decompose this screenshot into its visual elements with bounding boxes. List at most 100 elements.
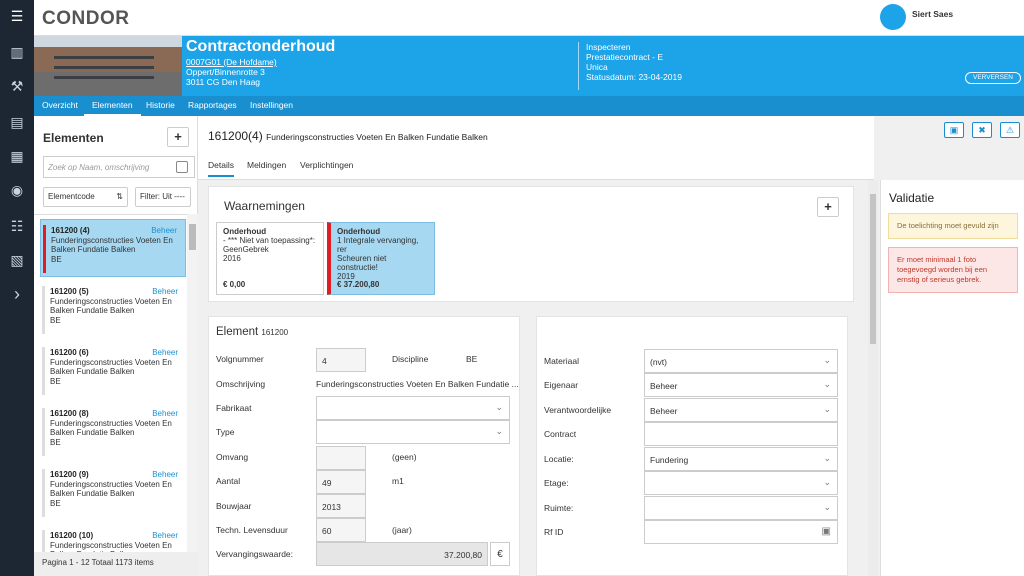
user-avatar[interactable] — [880, 4, 906, 30]
building-icon[interactable]: ▥ — [9, 44, 25, 60]
label-discipline: Discipline — [392, 354, 429, 364]
warning-icon[interactable]: ⚠ — [1000, 122, 1020, 138]
list-item[interactable]: 161200 (10) Beheer Funderingsconstructies … — [40, 525, 186, 552]
item-tag: Beheer — [151, 226, 177, 235]
list-scrollbar[interactable] — [187, 214, 198, 552]
side-rail: ☰ ▥ ⚒ ▤ ▦ ◉ ☷ ▧ › — [0, 0, 34, 576]
checklist-icon[interactable]: ☷ — [9, 218, 25, 234]
item-desc: Funderingsconstructies Voeten En Balken … — [50, 418, 172, 438]
chevron-down-icon: ⌄ — [823, 502, 831, 512]
chevron-down-icon: ⌄ — [823, 355, 831, 365]
scroll-thumb[interactable] — [870, 194, 876, 344]
detail-content: 161200(4) Funderingsconstructies Voeten … — [198, 116, 1020, 576]
currency-button[interactable]: € — [490, 542, 510, 566]
ruimte-select[interactable]: ⌄ — [644, 496, 838, 520]
label-vervangingswaarde: Vervangingswaarde: — [216, 549, 294, 559]
rfid-field[interactable]: ▣ — [644, 520, 838, 544]
report-icon[interactable]: ▧ — [9, 252, 25, 268]
status-bar — [42, 286, 45, 334]
scan-icon[interactable] — [176, 161, 188, 173]
info-line: Prestatiecontract - E — [586, 52, 664, 62]
tab-elementen[interactable]: Elementen — [84, 96, 141, 116]
panel-title: Elementen — [43, 131, 104, 145]
type-select[interactable]: ⌄ — [316, 420, 510, 444]
chevron-right-icon[interactable]: › — [9, 285, 25, 303]
validation-error: Er moet minimaal 1 foto toegevoegd worde… — [888, 247, 1018, 293]
materiaal-select[interactable]: (nvt) ⌄ — [644, 349, 838, 373]
locatie-select[interactable]: Fundering ⌄ — [644, 447, 838, 471]
menu-icon[interactable]: ☰ — [9, 8, 25, 24]
item-desc: Funderingsconstructies Voeten En Balken … — [51, 235, 173, 255]
tab-historie[interactable]: Historie — [138, 96, 183, 116]
chevron-down-icon: ⌄ — [823, 477, 831, 487]
label-omvang: Omvang — [216, 452, 249, 462]
save-icon[interactable]: ▣ — [944, 122, 964, 138]
list-item[interactable]: 161200 (4) Beheer Funderingsconstructies V… — [40, 219, 186, 277]
alarm-icon[interactable]: ◉ — [9, 182, 25, 198]
user-name[interactable]: Siert Saes — [912, 9, 953, 19]
delete-icon[interactable]: ✖ — [972, 122, 992, 138]
validation-panel: Validatie De toelichting moet gevuld zij… — [880, 180, 1024, 576]
sort-button[interactable]: Elementcode ⇅ — [43, 187, 128, 207]
tools-icon[interactable]: ⚒ — [9, 78, 25, 94]
contract-field[interactable] — [644, 422, 838, 446]
add-element-button[interactable]: + — [167, 127, 189, 147]
object-code-link[interactable]: 0007G01 (De Hofdame) — [186, 57, 277, 67]
sort-label: Elementcode — [48, 192, 95, 201]
object-city: 3011 CG Den Haag — [186, 77, 261, 87]
add-observation-button[interactable]: + — [817, 197, 839, 217]
status-bar — [42, 530, 45, 552]
fabrikaat-select[interactable]: ⌄ — [316, 396, 510, 420]
content-scrollbar[interactable] — [868, 180, 878, 576]
tab-meldingen[interactable]: Meldingen — [247, 160, 286, 170]
label-materiaal: Materiaal — [544, 356, 579, 366]
item-desc: Funderingsconstructies Voeten En Balken … — [50, 479, 172, 499]
element-list: 161200 (4) Beheer Funderingsconstructies V… — [34, 214, 187, 552]
scan-icon[interactable]: ▣ — [822, 526, 831, 537]
tab-rapportages[interactable]: Rapportages — [180, 96, 245, 116]
observation-card[interactable]: Onderhoud - *** Niet van toepassing*: Geen… — [216, 222, 324, 295]
tab-details[interactable]: Details — [208, 160, 234, 177]
tab-instellingen[interactable]: Instellingen — [242, 96, 301, 116]
etage-select[interactable]: ⌄ — [644, 471, 838, 495]
label-eigenaar: Eigenaar — [544, 380, 579, 390]
elements-panel: Elementen + Zoek op Naam, omschrijving E… — [34, 116, 198, 576]
sort-icon: ⇅ — [116, 192, 123, 201]
list-item[interactable]: 161200 (6) Beheer Funderingsconstructies V… — [40, 342, 186, 400]
list-item[interactable]: 161200 (9) Beheer Funderingsconstructies V… — [40, 464, 186, 522]
filter-button[interactable]: Filter: Uit ---- — [135, 187, 191, 207]
omvang-field[interactable] — [316, 446, 366, 470]
item-desc: Funderingsconstructies Voeten En Balken … — [50, 540, 172, 553]
verantwoordelijke-select[interactable]: Beheer ⌄ — [644, 398, 838, 422]
search-input[interactable]: Zoek op Naam, omschrijving — [43, 156, 195, 178]
tab-verplichtingen[interactable]: Verplichtingen — [300, 160, 353, 170]
volgnummer-field[interactable]: 4 — [316, 348, 366, 372]
levensduur-field[interactable]: 60 — [316, 518, 366, 542]
item-desc: Funderingsconstructies Voeten En Balken … — [50, 357, 172, 377]
bouwjaar-field[interactable]: 2013 — [316, 494, 366, 518]
info-line: Inspecteren — [586, 42, 631, 52]
list-item[interactable]: 161200 (5) Beheer Funderingsconstructies V… — [40, 281, 186, 339]
omschrijving-value[interactable]: Funderingsconstructies Voeten En Balken … — [316, 379, 519, 389]
aantal-field[interactable]: 49 — [316, 470, 366, 494]
tab-overzicht[interactable]: Overzicht — [34, 96, 86, 116]
label-rfid: Rf ID — [544, 527, 564, 537]
list-item[interactable]: 161200 (8) Beheer Funderingsconstructies V… — [40, 403, 186, 461]
refresh-button[interactable]: VERVERSEN — [965, 72, 1021, 84]
levensduur-unit: (jaar) — [392, 525, 412, 535]
document-stack-icon[interactable]: ▤ — [9, 114, 25, 130]
calendar-icon[interactable]: ▦ — [9, 148, 25, 164]
validation-title: Validatie — [889, 191, 935, 205]
label-volgnummer: Volgnummer — [216, 354, 264, 364]
scroll-thumb[interactable] — [189, 224, 196, 250]
label-bouwjaar: Bouwjaar — [216, 501, 252, 511]
aantal-unit: m1 — [392, 476, 404, 486]
building-photo — [34, 36, 182, 96]
eigenaar-select[interactable]: Beheer ⌄ — [644, 373, 838, 397]
app-logo: CONDOR — [42, 8, 130, 29]
observation-card[interactable]: Onderhoud 1 Integrale vervanging, rer Sche… — [327, 222, 435, 295]
obs-price: € 37.200,80 — [337, 280, 380, 289]
observations-title: Waarnemingen — [224, 199, 305, 213]
item-tag: Beheer — [152, 531, 178, 540]
vervangingswaarde-field[interactable]: 37.200,80 — [316, 542, 488, 566]
